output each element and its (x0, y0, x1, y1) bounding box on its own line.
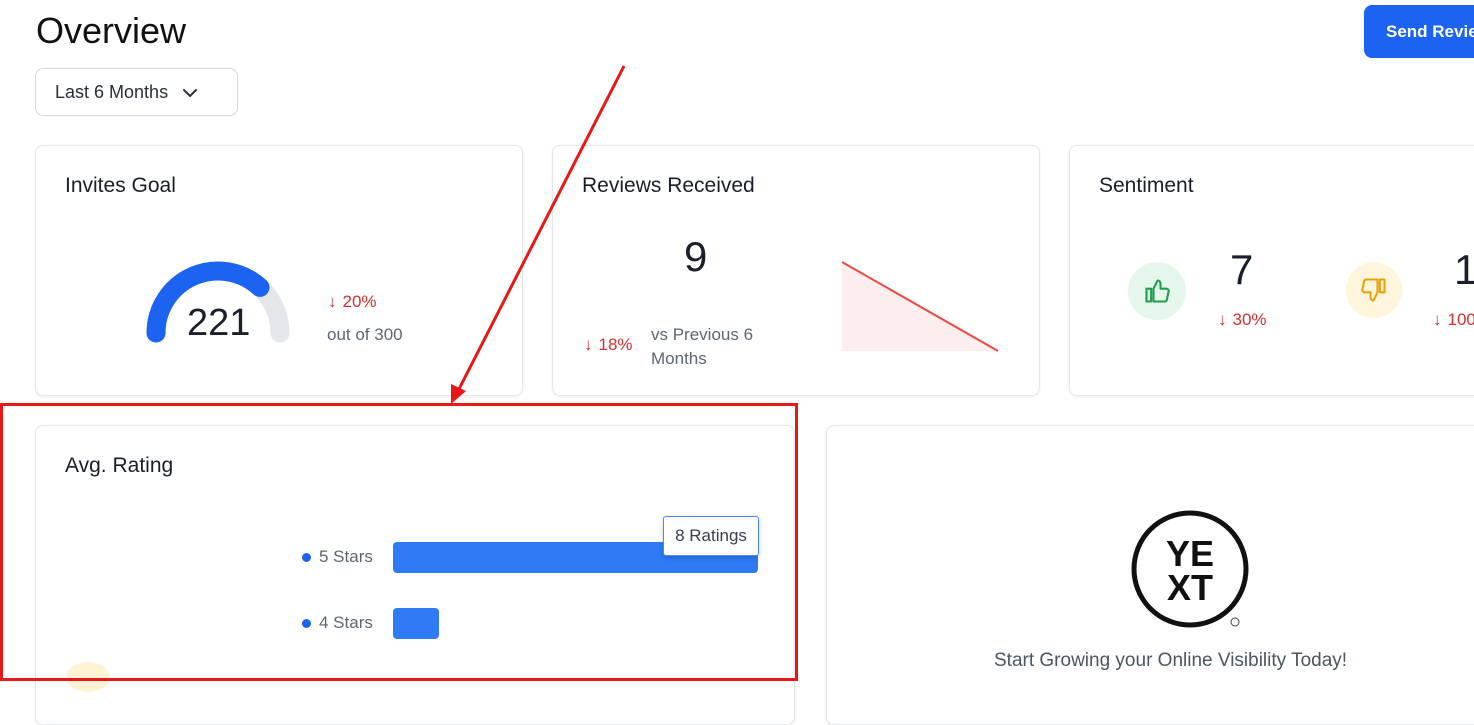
avg-rating-card: Avg. Rating (35, 425, 795, 725)
sentiment-positive-value: 7 (1230, 246, 1253, 294)
sentiment-negative-value: 1 (1454, 246, 1474, 294)
period-select-label: Last 6 Months (55, 82, 168, 103)
arrow-down-icon: ↓ (1433, 310, 1442, 330)
chevron-down-icon (182, 88, 198, 98)
invites-goal-change-value: 20% (343, 292, 377, 312)
invites-goal-value: 221 (187, 302, 250, 345)
invites-goal-change: ↓ 20% (328, 292, 377, 312)
legend-dot (302, 619, 311, 628)
reviews-received-title: Reviews Received (582, 174, 755, 198)
yext-logo: YE XT (1131, 510, 1253, 632)
rating-row-4-text: 4 Stars (319, 613, 373, 633)
comparison-line-1: vs Previous 6 (651, 323, 753, 347)
promo-text: Start Growing your Online Visibility Tod… (994, 650, 1347, 672)
reviews-received-comparison: vs Previous 6 Months (651, 323, 753, 371)
sentiment-title: Sentiment (1099, 174, 1194, 198)
page-title: Overview (36, 10, 186, 52)
send-review-button[interactable]: Send Revie (1364, 5, 1474, 58)
rating-row-5-text: 5 Stars (319, 547, 373, 567)
legend-dot (302, 553, 311, 562)
sentiment-positive-change: ↓ 30% (1218, 310, 1267, 330)
comparison-line-2: Months (651, 347, 753, 371)
thumbs-down-badge (1346, 262, 1402, 318)
star-icon-partial (66, 662, 110, 692)
rating-row-5-label: 5 Stars (302, 547, 373, 567)
rating-row-4-label: 4 Stars (302, 613, 373, 633)
avg-rating-title: Avg. Rating (65, 454, 173, 478)
invites-goal-card: Invites Goal 221 ↓ 20% out of 300 (35, 145, 523, 396)
arrow-down-icon: ↓ (1218, 310, 1227, 330)
sentiment-card: Sentiment 7 ↓ 30% 1 ↓ 100 (1069, 145, 1474, 396)
reviews-trend-sparkline (841, 261, 1001, 353)
period-select[interactable]: Last 6 Months (35, 68, 238, 116)
reviews-received-change: ↓ 18% (584, 335, 633, 355)
sentiment-negative-change: ↓ 100 (1433, 310, 1474, 330)
reviews-received-value: 9 (684, 233, 707, 281)
rating-tooltip: 8 Ratings (663, 516, 759, 556)
reviews-received-change-value: 18% (599, 335, 633, 355)
invites-goal-out-of: out of 300 (327, 325, 403, 345)
arrow-down-icon: ↓ (584, 335, 593, 355)
rating-bar-4-stars[interactable] (393, 608, 439, 639)
thumbs-up-icon (1143, 277, 1171, 305)
thumbs-down-icon (1360, 276, 1388, 304)
yext-logo-bottom: XT (1167, 567, 1213, 608)
thumbs-up-badge (1128, 262, 1186, 320)
invites-goal-title: Invites Goal (65, 174, 176, 198)
sentiment-positive-change-value: 30% (1233, 310, 1267, 330)
arrow-down-icon: ↓ (328, 292, 337, 312)
sentiment-negative-change-value: 100 (1448, 310, 1474, 330)
reviews-received-card: Reviews Received 9 ↓ 18% vs Previous 6 M… (552, 145, 1040, 396)
